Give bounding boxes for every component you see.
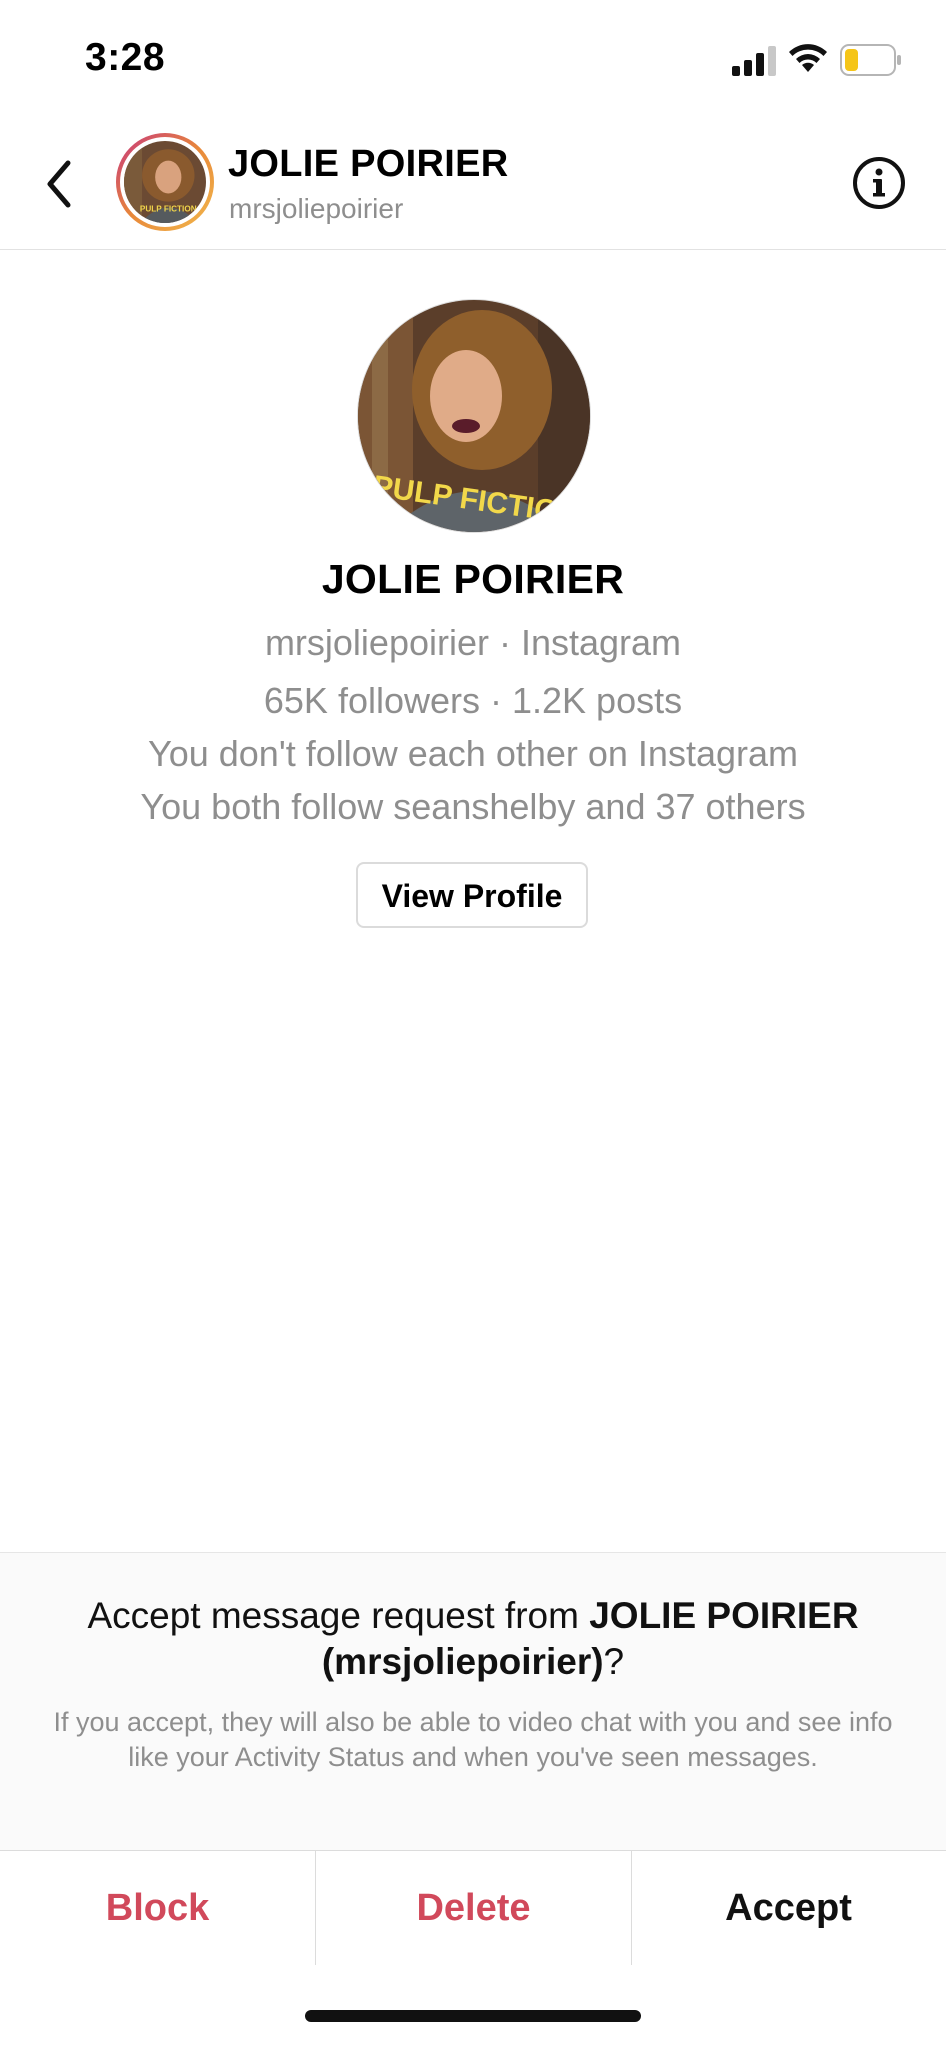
request-description: If you accept, they will also be able to… bbox=[53, 1707, 893, 1772]
header-username: mrsjoliepoirier bbox=[229, 193, 404, 224]
block-button[interactable]: Block bbox=[0, 1851, 315, 1965]
chat-header: PULP FICTION JOLIE POIRIER mrsjoliepoiri… bbox=[0, 115, 946, 250]
chevron-left-icon[interactable] bbox=[36, 153, 82, 215]
view-profile-button[interactable]: View Profile bbox=[356, 862, 588, 928]
profile-source: mrsjoliepoirier · Instagram bbox=[264, 622, 682, 663]
request-action-bar: Block Delete Accept bbox=[0, 1850, 946, 1965]
message-request-panel: Accept message request from JOLIE POIRIE… bbox=[0, 1552, 946, 1851]
delete-button[interactable]: Delete bbox=[315, 1851, 632, 1965]
avatar: PULP FICTION bbox=[124, 141, 206, 223]
wifi-icon bbox=[789, 44, 827, 72]
status-bar: 3:28 bbox=[0, 0, 946, 115]
home-indicator[interactable] bbox=[305, 2010, 641, 2022]
battery-icon bbox=[840, 44, 901, 76]
profile-avatar[interactable]: PULP FICTION bbox=[357, 299, 591, 533]
follow-status: You don't follow each other on Instagram bbox=[148, 733, 798, 774]
profile-name: JOLIE POIRIER bbox=[321, 556, 625, 602]
accept-button[interactable]: Accept bbox=[631, 1851, 946, 1965]
header-avatar[interactable]: PULP FICTION bbox=[116, 133, 214, 231]
info-icon[interactable] bbox=[852, 156, 906, 210]
svg-text:PULP FICTION: PULP FICTION bbox=[140, 205, 197, 214]
signal-icon bbox=[732, 46, 776, 76]
mutual-followers: You both follow seanshelby and 37 others bbox=[140, 786, 806, 827]
profile-stats: 65K followers · 1.2K posts bbox=[263, 680, 683, 721]
header-name: JOLIE POIRIER bbox=[228, 143, 509, 185]
request-title: Accept message request from JOLIE POIRIE… bbox=[87, 1595, 859, 1682]
status-time: 3:28 bbox=[85, 36, 166, 79]
